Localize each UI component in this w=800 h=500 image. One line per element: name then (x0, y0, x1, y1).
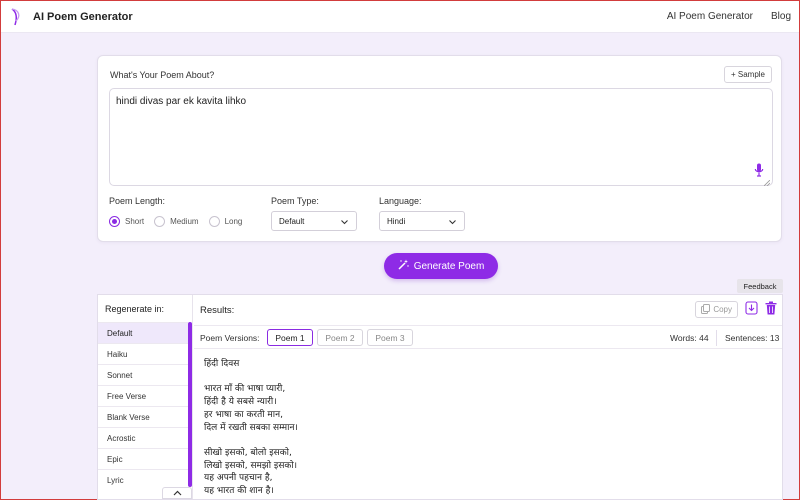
radio-long[interactable]: Long (208, 216, 243, 227)
style-item-blank-verse[interactable]: Blank Verse (98, 406, 188, 427)
poem-type-value: Default (279, 216, 305, 226)
radio-short-dot[interactable] (109, 216, 120, 227)
versions-bar: Poem Versions: Poem 1 Poem 2 Poem 3 Word… (194, 325, 782, 349)
nav-link-blog[interactable]: Blog (771, 11, 791, 22)
results-label: Results: (200, 305, 235, 316)
poem-output: हिंदी दिवस भारत माँ की भाषा प्यारी, हिंद… (204, 358, 298, 498)
language-value: Hindi (387, 216, 406, 226)
generate-poem-label: Generate Poem (413, 260, 485, 272)
results-main: Results: Copy Poem Versions: Poem 1 Poem… (194, 295, 782, 499)
regenerate-label: Regenerate in: (105, 304, 165, 314)
prompt-textarea[interactable]: hindi divas par ek kavita lihko (109, 88, 773, 187)
chevron-down-icon (341, 218, 348, 225)
radio-medium[interactable]: Medium (154, 216, 199, 227)
poem-line: सीखो इसको, बोलो इसको, (204, 447, 292, 458)
radio-short[interactable]: Short (109, 216, 144, 227)
quill-logo-icon (9, 7, 25, 26)
poem-version-1-button[interactable]: Poem 1 (267, 329, 313, 346)
radio-long-dot[interactable] (208, 216, 220, 227)
regenerate-sidebar: Regenerate in: Default Haiku Sonnet Free… (98, 295, 193, 499)
top-nav: AI Poem Generator Blog (667, 11, 799, 22)
radio-medium-label: Medium (170, 217, 199, 226)
style-item-default[interactable]: Default (98, 322, 188, 343)
poem-length-radio-group: Short Medium Long (109, 216, 252, 227)
chevron-down-icon (449, 218, 456, 225)
poem-line: यह अपनी पहचान है, (204, 473, 273, 484)
style-list: Default Haiku Sonnet Free Verse Blank Ve… (98, 322, 188, 490)
language-select[interactable]: Hindi (379, 211, 465, 231)
magic-wand-icon (398, 259, 409, 273)
copy-button[interactable]: Copy (695, 301, 738, 318)
top-header: AI Poem Generator AI Poem Generator Blog (1, 1, 799, 33)
poem-line: हर भाषा का करती मान, (204, 409, 283, 420)
radio-long-label: Long (224, 217, 243, 226)
chevron-up-icon (173, 487, 182, 499)
download-icon[interactable] (745, 301, 758, 318)
trash-icon[interactable] (765, 301, 777, 318)
poem-line: लिखो इसको, समझो इसको। (204, 460, 298, 471)
stat-divider (716, 330, 717, 346)
poem-version-3-button[interactable]: Poem 3 (367, 329, 413, 346)
poem-length-label: Poem Length: (109, 196, 166, 206)
poem-line: हिंदी है ये सबसे न्यारी। (204, 397, 277, 408)
collapse-button[interactable] (162, 487, 192, 499)
style-item-epic[interactable]: Epic (98, 448, 188, 469)
sidebar-scrollbar[interactable] (188, 322, 192, 487)
style-item-free-verse[interactable]: Free Verse (98, 385, 188, 406)
style-item-acrostic[interactable]: Acrostic (98, 427, 188, 448)
results-panel: Regenerate in: Default Haiku Sonnet Free… (97, 294, 783, 500)
microphone-icon[interactable] (754, 163, 764, 177)
poem-version-2-button[interactable]: Poem 2 (317, 329, 363, 346)
sample-button[interactable]: + Sample (723, 66, 772, 83)
style-item-haiku[interactable]: Haiku (98, 343, 188, 364)
sample-button-label: + Sample (730, 70, 765, 79)
copy-label: Copy (713, 305, 732, 314)
poem-versions-label: Poem Versions: (200, 333, 260, 343)
poem-line: भारत माँ की भाषा प्यारी, (204, 384, 286, 395)
resize-handle-icon[interactable] (763, 177, 771, 187)
feedback-label: Feedback (743, 281, 777, 291)
copy-icon (701, 303, 711, 316)
poem-title: हिंदी दिवस (204, 359, 240, 369)
language-label: Language: (379, 196, 422, 206)
poem-line: दिल में रखती सबका सम्मान। (204, 422, 298, 433)
prompt-text: hindi divas par ek kavita lihko (116, 96, 247, 107)
word-count: Words: 44 (670, 333, 709, 343)
sentence-count: Sentences: 13 (725, 333, 780, 343)
radio-short-label: Short (125, 217, 145, 226)
style-item-sonnet[interactable]: Sonnet (98, 364, 188, 385)
prompt-title: What's Your Poem About? (110, 70, 215, 80)
radio-medium-dot[interactable] (154, 216, 166, 227)
poem-line: यह भारत की शान है। (204, 486, 274, 496)
nav-link-poem-generator[interactable]: AI Poem Generator (667, 11, 753, 22)
poem-type-select[interactable]: Default (271, 211, 357, 231)
prompt-card: What's Your Poem About? + Sample hindi d… (97, 55, 782, 242)
generate-poem-button[interactable]: Generate Poem (384, 253, 498, 279)
feedback-button[interactable]: Feedback (737, 279, 783, 293)
poem-type-label: Poem Type: (271, 196, 319, 206)
brand-title[interactable]: AI Poem Generator (33, 11, 133, 23)
results-actions: Copy (695, 301, 777, 318)
